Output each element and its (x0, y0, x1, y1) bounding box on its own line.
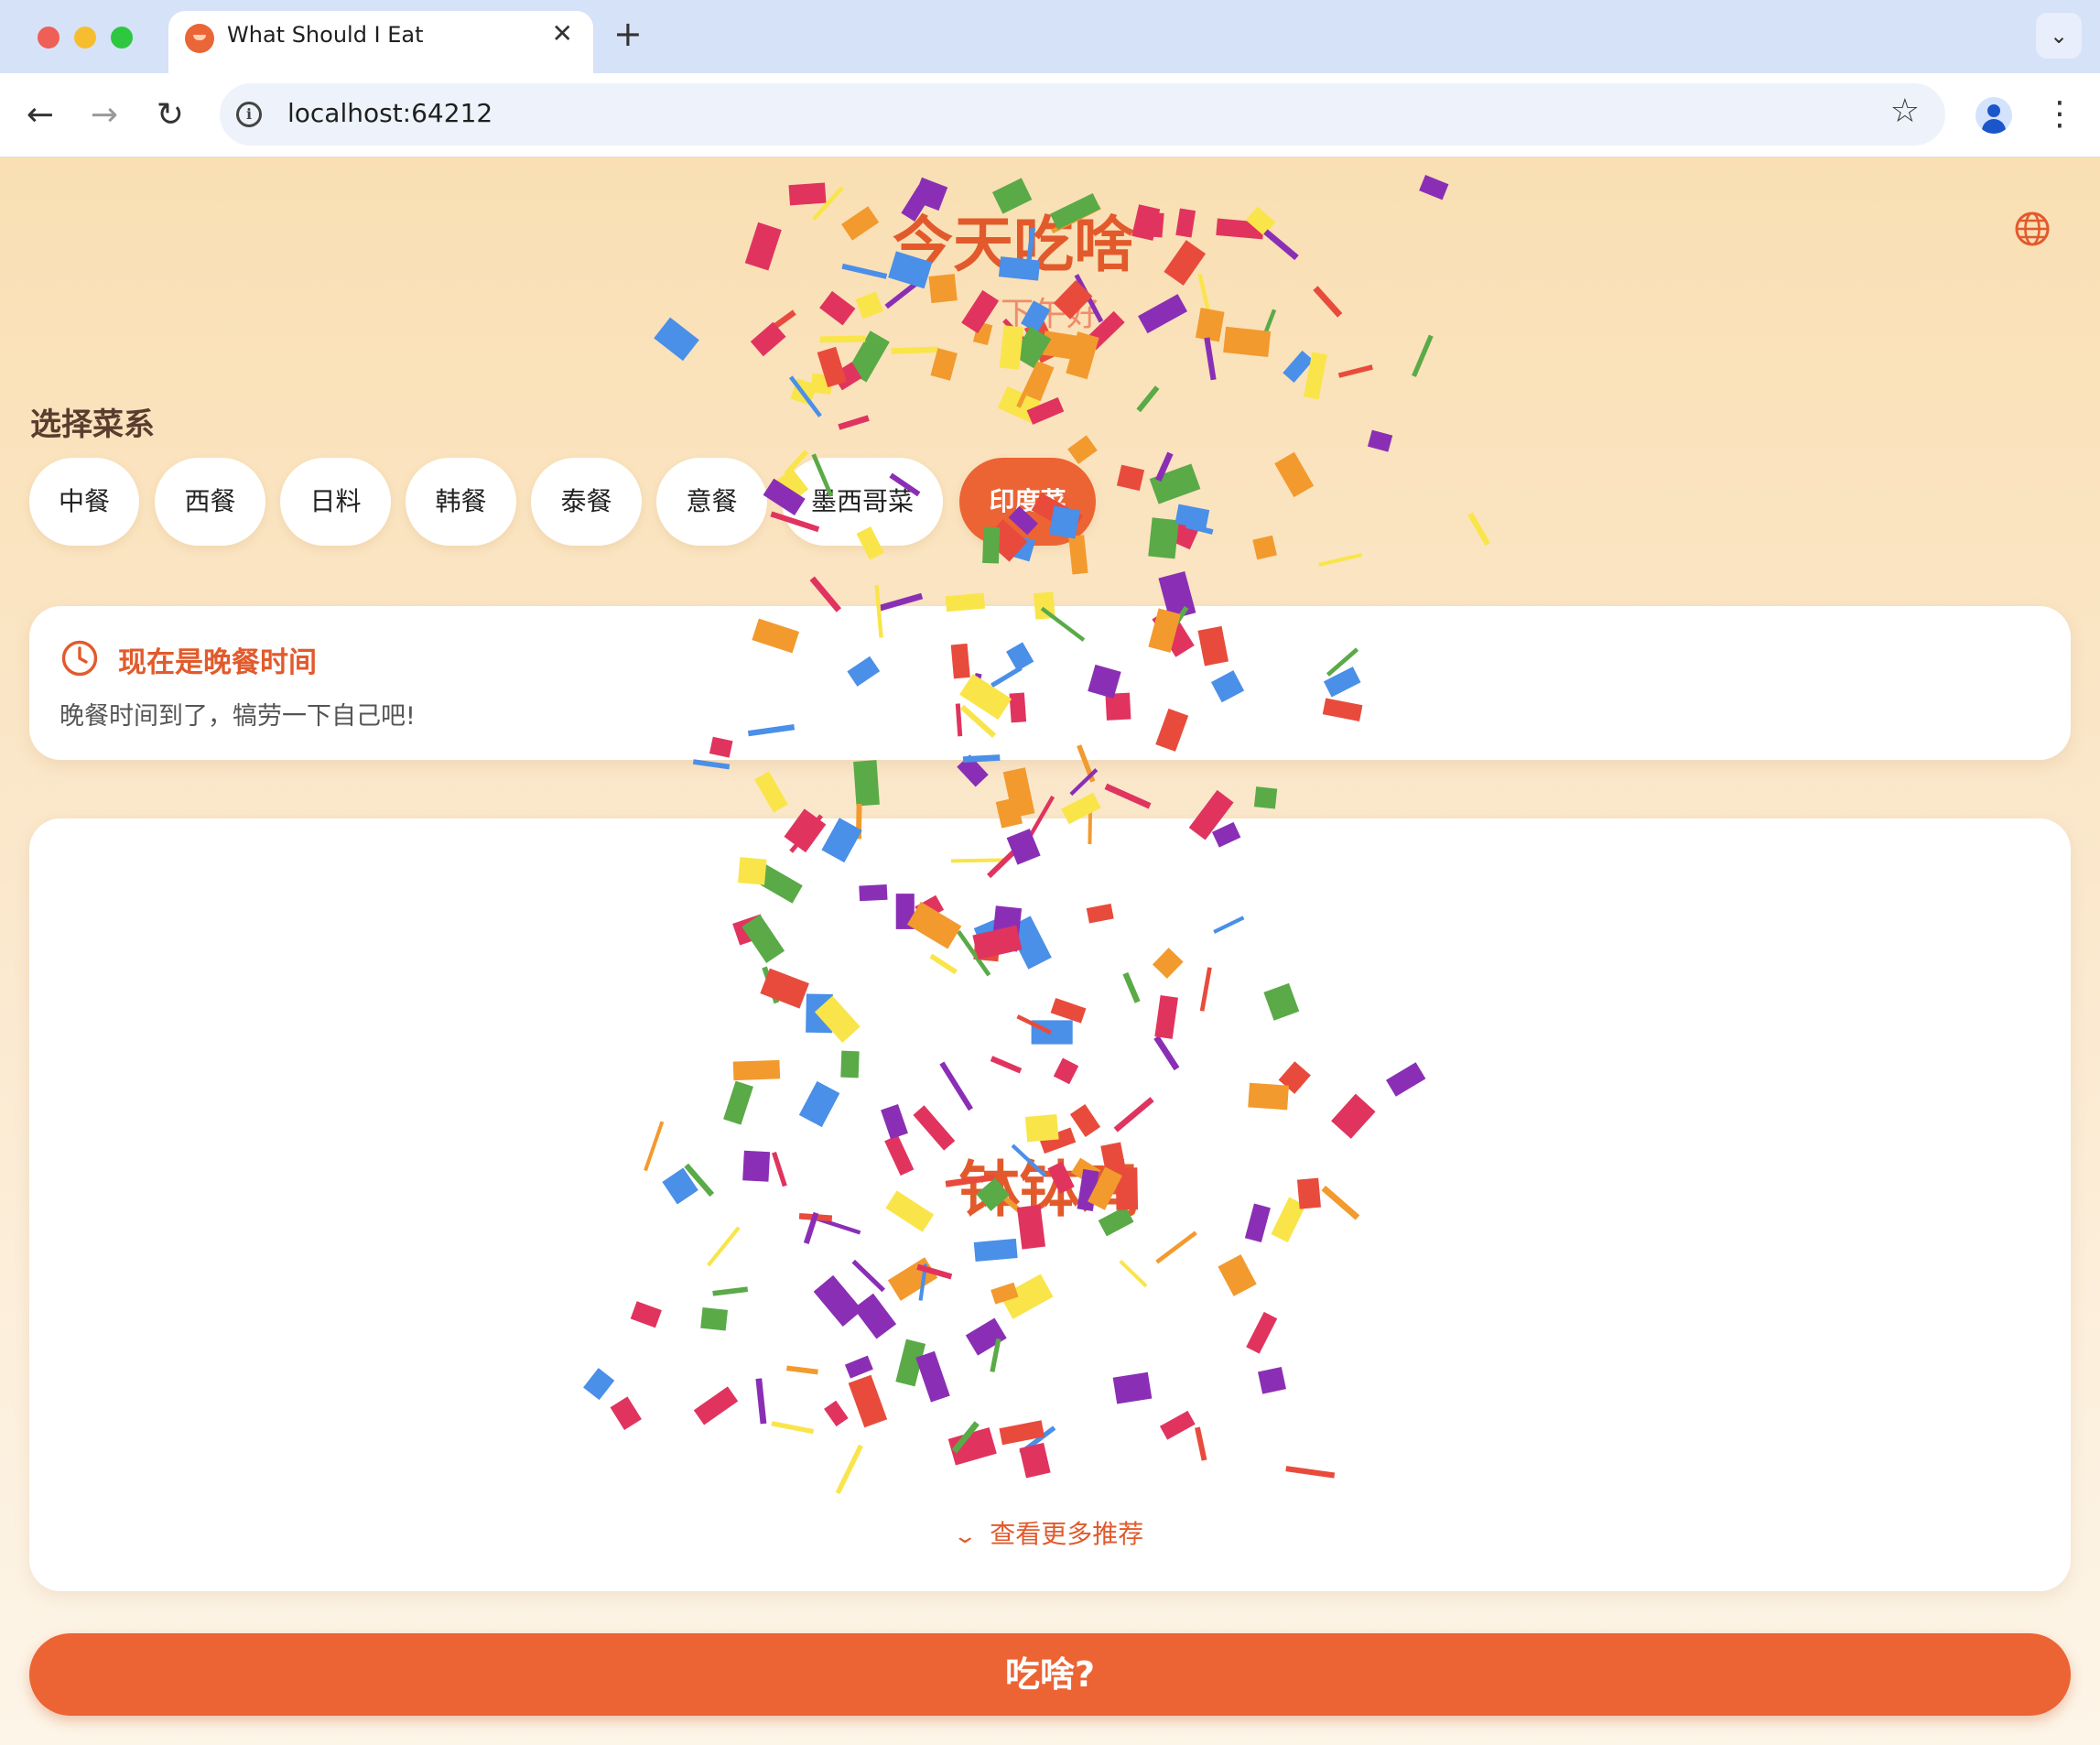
reload-icon[interactable]: ↻ (145, 90, 196, 141)
cuisine-chip-japanese[interactable]: 日料 (280, 458, 391, 546)
confetti-piece (847, 331, 890, 383)
confetti-piece (831, 362, 862, 391)
confetti-piece (1069, 768, 1099, 797)
confetti-piece (810, 373, 833, 395)
site-info-icon[interactable]: i (236, 102, 262, 127)
meal-time-description: 晚餐时间到了，犒劳一下自己吧! (60, 702, 416, 731)
confetti-piece (788, 375, 822, 417)
confetti-piece (1204, 337, 1217, 381)
confetti-piece (1318, 553, 1362, 567)
profile-body-shape (1982, 119, 2006, 134)
recommended-dish: 钵钵鸡 (959, 1154, 1141, 1225)
chevron-down-icon: ⌄ (952, 1525, 978, 1548)
browser-toolbar: ← → ↻ i localhost:64212 ☆ ⋮ (0, 73, 2100, 157)
address-bar[interactable]: i localhost:64212 ☆ (220, 83, 1945, 146)
clock-icon (61, 640, 98, 677)
result-card: 钵钵鸡 ⌄ 查看更多推荐 (29, 818, 2071, 1591)
confetti-piece (1148, 517, 1179, 559)
confetti-piece (1337, 364, 1373, 378)
cuisine-chip-mexican[interactable]: 墨西哥菜 (782, 458, 943, 546)
profile-head-shape (1987, 104, 2000, 117)
confetti-piece (1283, 350, 1314, 384)
confetti-piece (1169, 516, 1201, 550)
cuisine-chip-chinese[interactable]: 中餐 (29, 458, 139, 546)
more-recommendations-link[interactable]: ⌄ 查看更多推荐 (29, 1514, 2071, 1551)
app-title: 今天吃啥 (893, 210, 1134, 280)
window-minimize-button[interactable] (74, 27, 96, 49)
tab-search-chevron-icon[interactable]: ⌄ (2036, 13, 2082, 59)
confetti-piece (1026, 396, 1065, 425)
what-to-eat-button[interactable]: 吃啥? (29, 1633, 2071, 1716)
confetti-piece (891, 346, 939, 354)
confetti-piece (1026, 362, 1055, 402)
menu-dots-icon[interactable]: ⋮ (2043, 93, 2076, 139)
confetti-piece (1116, 464, 1145, 492)
tab-close-icon[interactable]: ✕ (552, 21, 573, 47)
confetti-piece (1155, 451, 1174, 482)
confetti-piece (790, 378, 817, 406)
meal-time-card: 现在是晚餐时间 晚餐时间到了，犒劳一下自己吧! (29, 606, 2071, 760)
meal-time-title: 现在是晚餐时间 (118, 646, 317, 679)
confetti-piece (1066, 331, 1099, 380)
new-tab-button[interactable]: + (613, 16, 643, 51)
confetti-piece (1367, 429, 1393, 452)
confetti-piece (997, 385, 1041, 423)
cuisine-chip-indian[interactable]: 印度菜 (959, 458, 1096, 546)
window-maximize-button[interactable] (111, 27, 133, 49)
cuisine-chip-korean[interactable]: 韩餐 (406, 458, 516, 546)
confetti-piece (1136, 385, 1160, 413)
confetti-piece (1002, 767, 1035, 818)
cuisine-chip-italian[interactable]: 意餐 (656, 458, 767, 546)
confetti-piece (1174, 504, 1210, 530)
greeting-text: 下午好 (1000, 296, 1099, 333)
confetti-piece (1104, 783, 1152, 809)
confetti-piece (754, 771, 788, 813)
browser-tab[interactable]: What Should I Eat ✕ (168, 11, 593, 73)
confetti-piece (1067, 435, 1098, 464)
cuisine-section-label: 选择菜系 (30, 406, 155, 443)
tab-title: What Should I Eat (227, 22, 424, 48)
confetti-piece (692, 759, 731, 770)
cuisine-chip-western[interactable]: 西餐 (155, 458, 265, 546)
confetti-piece (1149, 463, 1201, 504)
app-page: 今天吃啥 下午好 选择菜系 中餐 西餐 日料 韩餐 泰餐 意餐 墨西哥菜 印度菜… (0, 157, 2100, 1745)
confetti-piece (1253, 786, 1278, 809)
favicon-icon (185, 24, 214, 53)
browser-tab-strip: What Should I Eat ✕ + ⌄ (0, 0, 2100, 73)
bookmark-star-icon[interactable]: ☆ (1890, 92, 1920, 130)
confetti-piece (1185, 522, 1214, 535)
forward-arrow-icon[interactable]: → (79, 90, 130, 141)
back-arrow-icon[interactable]: ← (15, 90, 66, 141)
confetti-piece (819, 335, 866, 343)
url-text[interactable]: localhost:64212 (287, 98, 493, 128)
profile-icon[interactable] (1976, 97, 2012, 134)
confetti-piece (1304, 352, 1327, 400)
language-globe-icon[interactable] (2014, 211, 2051, 247)
cuisine-chip-thai[interactable]: 泰餐 (531, 458, 642, 546)
more-recommendations-label: 查看更多推荐 (990, 1519, 1144, 1549)
confetti-piece (1412, 334, 1434, 377)
confetti-piece (930, 348, 958, 381)
confetti-piece (1274, 451, 1315, 498)
window-close-button[interactable] (38, 27, 60, 49)
confetti-piece (1252, 535, 1277, 560)
confetti-piece (1041, 331, 1088, 362)
confetti-piece (1467, 512, 1490, 547)
confetti-piece (838, 415, 870, 430)
confetti-piece (1016, 361, 1042, 408)
confetti-piece (817, 346, 847, 388)
confetti-piece (853, 760, 880, 807)
